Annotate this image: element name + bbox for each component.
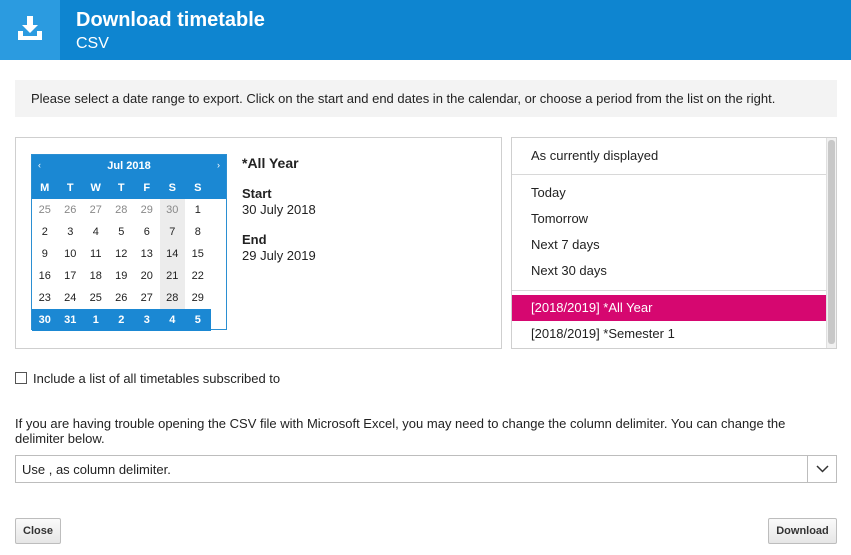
calendar-week: 16 17 18 19 20 21 22: [32, 265, 226, 287]
period-item-today[interactable]: Today: [512, 180, 827, 206]
calendar-day[interactable]: 30: [159, 199, 185, 221]
delimiter-select[interactable]: Use , as column delimiter.: [15, 455, 837, 483]
calendar: ‹ Jul 2018 › M T W T F S S 25 26 27 28 2…: [31, 154, 227, 331]
calendar-day[interactable]: 16: [32, 265, 58, 287]
calendar-week: 9 10 11 12 13 14 15: [32, 243, 226, 265]
chevron-down-icon: [816, 465, 829, 473]
period-item-next-30-days[interactable]: Next 30 days: [512, 258, 827, 284]
start-date: 30 July 2018: [242, 202, 316, 217]
calendar-day[interactable]: 24: [58, 287, 84, 309]
calendar-day[interactable]: 3: [134, 309, 160, 331]
calendar-week: 25 26 27 28 29 30 1: [32, 199, 226, 221]
period-item-semester-1[interactable]: [2018/2019] *Semester 1: [512, 321, 827, 347]
next-month-button[interactable]: ›: [217, 160, 220, 170]
close-button[interactable]: Close: [15, 518, 61, 544]
calendar-day[interactable]: 2: [32, 221, 58, 243]
dialog-header: Download timetable CSV: [0, 0, 851, 60]
header-icon-box: [0, 0, 60, 60]
include-subscribed-checkbox[interactable]: [15, 372, 27, 384]
calendar-day[interactable]: 5: [185, 309, 211, 331]
calendar-month-label: Jul 2018: [107, 160, 151, 172]
end-date: 29 July 2019: [242, 248, 316, 263]
calendar-day[interactable]: 4: [83, 221, 109, 243]
weekday-label: S: [168, 182, 176, 194]
calendar-day[interactable]: 25: [83, 287, 109, 309]
calendar-day[interactable]: 19: [109, 265, 135, 287]
period-item-next-7-days[interactable]: Next 7 days: [512, 232, 827, 258]
calendar-grid: 25 26 27 28 29 30 1 2 3 4 5 6 7 8 9 10 1…: [32, 199, 226, 331]
download-tray-icon: [18, 16, 42, 40]
period-divider: [512, 174, 827, 175]
calendar-day[interactable]: 10: [58, 243, 84, 265]
calendar-day[interactable]: 8: [185, 221, 211, 243]
calendar-day[interactable]: 30: [32, 309, 58, 331]
dialog-title: Download timetable: [76, 9, 265, 31]
weekday-label: T: [117, 182, 125, 194]
calendar-day[interactable]: 7: [159, 221, 185, 243]
delimiter-help-text: If you are having trouble opening the CS…: [15, 416, 786, 446]
calendar-day[interactable]: 11: [83, 243, 109, 265]
calendar-day[interactable]: 28: [159, 287, 185, 309]
calendar-day[interactable]: 17: [58, 265, 84, 287]
period-divider: [512, 290, 827, 291]
calendar-day[interactable]: 9: [32, 243, 58, 265]
calendar-panel: ‹ Jul 2018 › M T W T F S S 25 26 27 28 2…: [15, 137, 502, 349]
dialog-subtitle: CSV: [76, 35, 109, 52]
calendar-day[interactable]: 2: [108, 309, 134, 331]
calendar-weekday-row: M T W T F S S: [32, 177, 226, 199]
calendar-week: 2 3 4 5 6 7 8: [32, 221, 226, 243]
range-title: *All Year: [242, 155, 299, 171]
calendar-day[interactable]: 26: [109, 287, 135, 309]
calendar-day[interactable]: 14: [159, 243, 185, 265]
calendar-day[interactable]: 12: [109, 243, 135, 265]
calendar-day[interactable]: 27: [134, 287, 160, 309]
calendar-day[interactable]: 29: [134, 199, 160, 221]
calendar-day[interactable]: 25: [32, 199, 58, 221]
calendar-header: ‹ Jul 2018 ›: [32, 155, 226, 177]
delimiter-selected-value: Use , as column delimiter.: [22, 462, 171, 477]
calendar-day[interactable]: 23: [32, 287, 58, 309]
end-label: End: [242, 232, 267, 247]
calendar-day[interactable]: 15: [185, 243, 211, 265]
download-button[interactable]: Download: [768, 518, 837, 544]
scrollbar-thumb[interactable]: [828, 140, 835, 344]
calendar-day[interactable]: 28: [109, 199, 135, 221]
calendar-day[interactable]: 22: [185, 265, 211, 287]
calendar-day[interactable]: 1: [185, 199, 211, 221]
calendar-day[interactable]: 4: [159, 309, 185, 331]
include-subscribed-option: Include a list of all timetables subscri…: [15, 370, 280, 386]
delimiter-dropdown-button[interactable]: [807, 456, 836, 482]
calendar-day[interactable]: 26: [58, 199, 84, 221]
calendar-day[interactable]: 1: [83, 309, 109, 331]
period-item-tomorrow[interactable]: Tomorrow: [512, 206, 827, 232]
calendar-week-selected: 30 31 1 2 3 4 5: [32, 309, 226, 331]
calendar-day[interactable]: 21: [159, 265, 185, 287]
calendar-week: 23 24 25 26 27 28 29: [32, 287, 226, 309]
include-subscribed-label[interactable]: Include a list of all timetables subscri…: [33, 371, 280, 386]
weekday-label: W: [90, 182, 101, 194]
calendar-day[interactable]: 5: [109, 221, 135, 243]
period-list: As currently displayed Today Tomorrow Ne…: [511, 137, 837, 349]
period-item-current[interactable]: As currently displayed: [512, 143, 827, 169]
calendar-day[interactable]: 20: [134, 265, 160, 287]
period-scrollbar[interactable]: [826, 138, 836, 348]
weekday-label: F: [143, 182, 151, 194]
calendar-day[interactable]: 6: [134, 221, 160, 243]
weekday-label: M: [40, 182, 50, 194]
period-item-all-year[interactable]: [2018/2019] *All Year: [512, 295, 827, 321]
instructions: Please select a date range to export. Cl…: [15, 80, 837, 117]
calendar-day[interactable]: 27: [83, 199, 109, 221]
start-label: Start: [242, 186, 272, 201]
weekday-label: T: [66, 182, 74, 194]
calendar-day[interactable]: 13: [134, 243, 160, 265]
calendar-day[interactable]: 29: [185, 287, 211, 309]
calendar-day[interactable]: 31: [57, 309, 83, 331]
weekday-label: S: [194, 182, 202, 194]
calendar-day[interactable]: 3: [58, 221, 84, 243]
calendar-day[interactable]: 18: [83, 265, 109, 287]
